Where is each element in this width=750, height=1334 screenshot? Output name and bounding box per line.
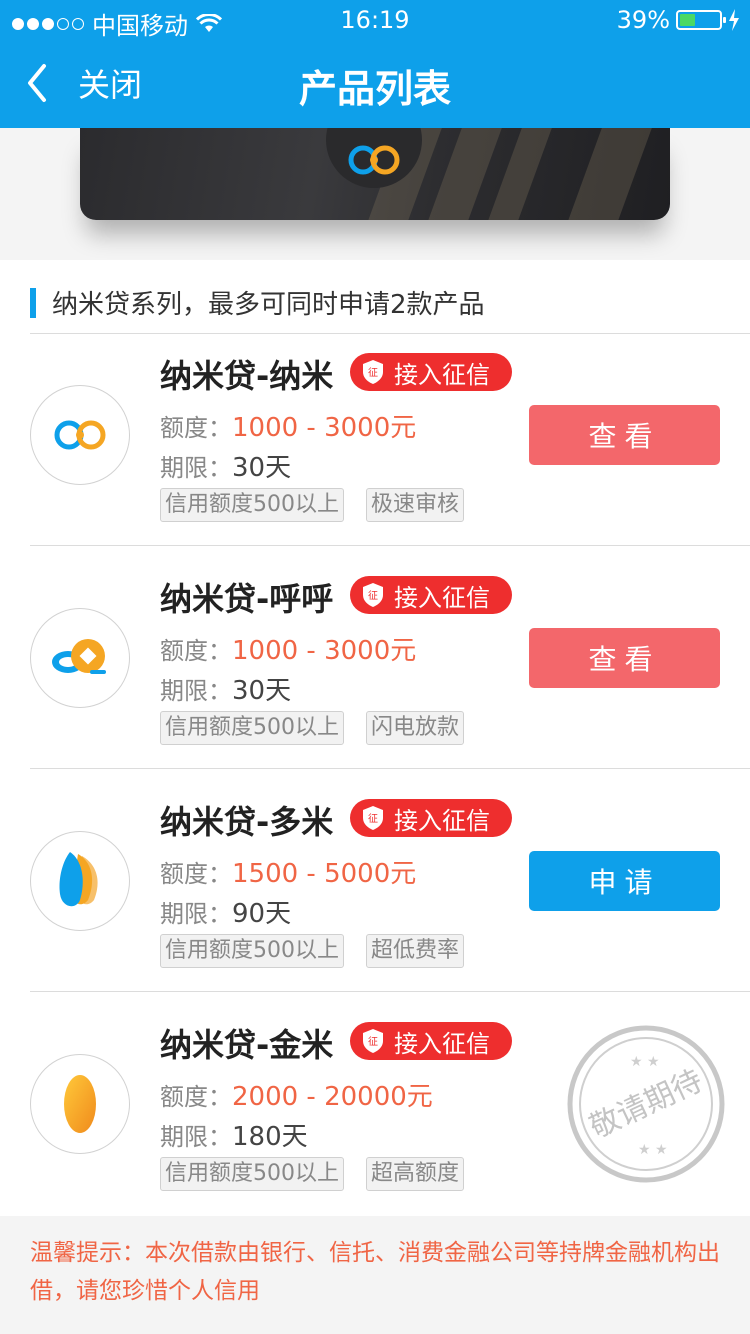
tag: 超高额度: [366, 1157, 465, 1191]
credit-badge-label: 接入征信: [394, 806, 490, 835]
amount-value: 1000 - 3000元: [232, 636, 417, 666]
term-label: 期限：: [160, 1123, 232, 1151]
term-value: 30天: [232, 453, 292, 483]
tag: 信用额度500以上: [160, 488, 344, 522]
product-name: 纳米贷-纳米: [160, 357, 334, 395]
page-title: 产品列表: [298, 67, 451, 111]
term-row: 期限：30天: [160, 447, 291, 484]
term-value: 180天: [232, 1122, 308, 1152]
product-name: 纳米贷-呼呼: [160, 580, 334, 618]
tag-list: 信用额度500以上 超低费率: [160, 934, 465, 968]
tag-list: 信用额度500以上 超高额度: [160, 1157, 465, 1191]
amount-value: 2000 - 20000元: [232, 1082, 433, 1112]
product-card-duomi[interactable]: 纳米贷-多米 征 接入征信 额度：1500 - 5000元 期限：90天 信用额…: [30, 769, 750, 992]
charging-icon: [729, 9, 739, 31]
product-card-huhu[interactable]: 纳米贷-呼呼 征 接入征信 额度：1000 - 3000元 期限：30天 信用额…: [30, 546, 750, 769]
credit-badge: 征 接入征信: [350, 1022, 512, 1060]
product-card-nami[interactable]: 纳米贷-纳米 征 接入征信 额度：1000 - 3000元 期限：30天 信用额…: [30, 323, 750, 546]
svg-text:征: 征: [368, 1036, 378, 1048]
apply-button[interactable]: 申请: [529, 851, 720, 911]
tag: 闪电放款: [366, 711, 465, 745]
term-row: 期限：30天: [160, 670, 291, 707]
amount-label: 额度：: [160, 637, 232, 665]
amount-row: 额度：2000 - 20000元: [160, 1076, 433, 1113]
shield-icon: 征: [363, 583, 383, 607]
shield-icon: 征: [363, 806, 383, 830]
nami-logo-icon: [30, 385, 130, 485]
credit-badge-label: 接入征信: [394, 583, 490, 612]
battery-icon: [676, 10, 726, 30]
credit-badge: 征 接入征信: [350, 353, 512, 391]
huhu-logo-icon: [30, 608, 130, 708]
amount-value: 1500 - 5000元: [232, 859, 417, 889]
svg-text:★ ★: ★ ★: [630, 1054, 660, 1070]
coming-soon-stamp: 敬请期待 ★ ★ ★ ★: [567, 1025, 725, 1183]
term-label: 期限：: [160, 900, 232, 928]
svg-text:征: 征: [368, 590, 378, 602]
svg-text:征: 征: [368, 813, 378, 825]
amount-row: 额度：1000 - 3000元: [160, 630, 416, 667]
svg-text:征: 征: [368, 367, 378, 379]
svg-text:★ ★: ★ ★: [638, 1142, 668, 1158]
tag: 信用额度500以上: [160, 934, 344, 968]
credit-badge: 征 接入征信: [350, 576, 512, 614]
tag: 信用额度500以上: [160, 1157, 344, 1191]
jinmi-logo-icon: [30, 1054, 130, 1154]
product-list: 纳米贷系列，最多可同时申请2款产品 纳米贷-纳米 征 接入征信 额度：1000 …: [0, 260, 750, 1216]
reminder-text: 温馨提示：本次借款由银行、信托、消费金融公司等持牌金融机构出借，请您珍惜个人信用: [0, 1216, 750, 1334]
term-value: 30天: [232, 676, 292, 706]
product-card-jinmi[interactable]: 纳米贷-金米 征 接入征信 额度：2000 - 20000元 期限：180天 信…: [30, 992, 750, 1215]
view-button[interactable]: 查看: [529, 405, 720, 465]
product-name: 纳米贷-金米: [160, 1026, 334, 1064]
term-label: 期限：: [160, 454, 232, 482]
tag-list: 信用额度500以上 极速审核: [160, 488, 465, 522]
status-bar: 中国移动 16:19 39%: [0, 0, 750, 40]
amount-row: 额度：1500 - 5000元: [160, 853, 416, 890]
amount-row: 额度：1000 - 3000元: [160, 407, 416, 444]
section-title: 纳米贷系列，最多可同时申请2款产品: [52, 290, 485, 320]
credit-badge: 征 接入征信: [350, 799, 512, 837]
shield-icon: 征: [363, 1029, 383, 1053]
tag: 超低费率: [366, 934, 465, 968]
svg-text:敬请期待: 敬请期待: [584, 1063, 708, 1145]
amount-value: 1000 - 3000元: [232, 413, 417, 443]
tag: 极速审核: [366, 488, 465, 522]
banner[interactable]: [80, 128, 670, 220]
amount-label: 额度：: [160, 1083, 232, 1111]
tag-list: 信用额度500以上 闪电放款: [160, 711, 465, 745]
nav-bar: 关闭 产品列表: [0, 40, 750, 128]
battery-percent: 39%: [616, 6, 670, 34]
section-accent-bar: [30, 288, 36, 318]
shield-icon: 征: [363, 360, 383, 384]
view-button[interactable]: 查看: [529, 628, 720, 688]
tag: 信用额度500以上: [160, 711, 344, 745]
product-name: 纳米贷-多米: [160, 803, 334, 841]
term-row: 期限：180天: [160, 1116, 308, 1153]
term-value: 90天: [232, 899, 292, 929]
term-row: 期限：90天: [160, 893, 291, 930]
amount-label: 额度：: [160, 860, 232, 888]
amount-label: 额度：: [160, 414, 232, 442]
banner-area: [0, 128, 750, 260]
duomi-logo-icon: [30, 831, 130, 931]
term-label: 期限：: [160, 677, 232, 705]
credit-badge-label: 接入征信: [394, 1029, 490, 1058]
credit-badge-label: 接入征信: [394, 360, 490, 389]
